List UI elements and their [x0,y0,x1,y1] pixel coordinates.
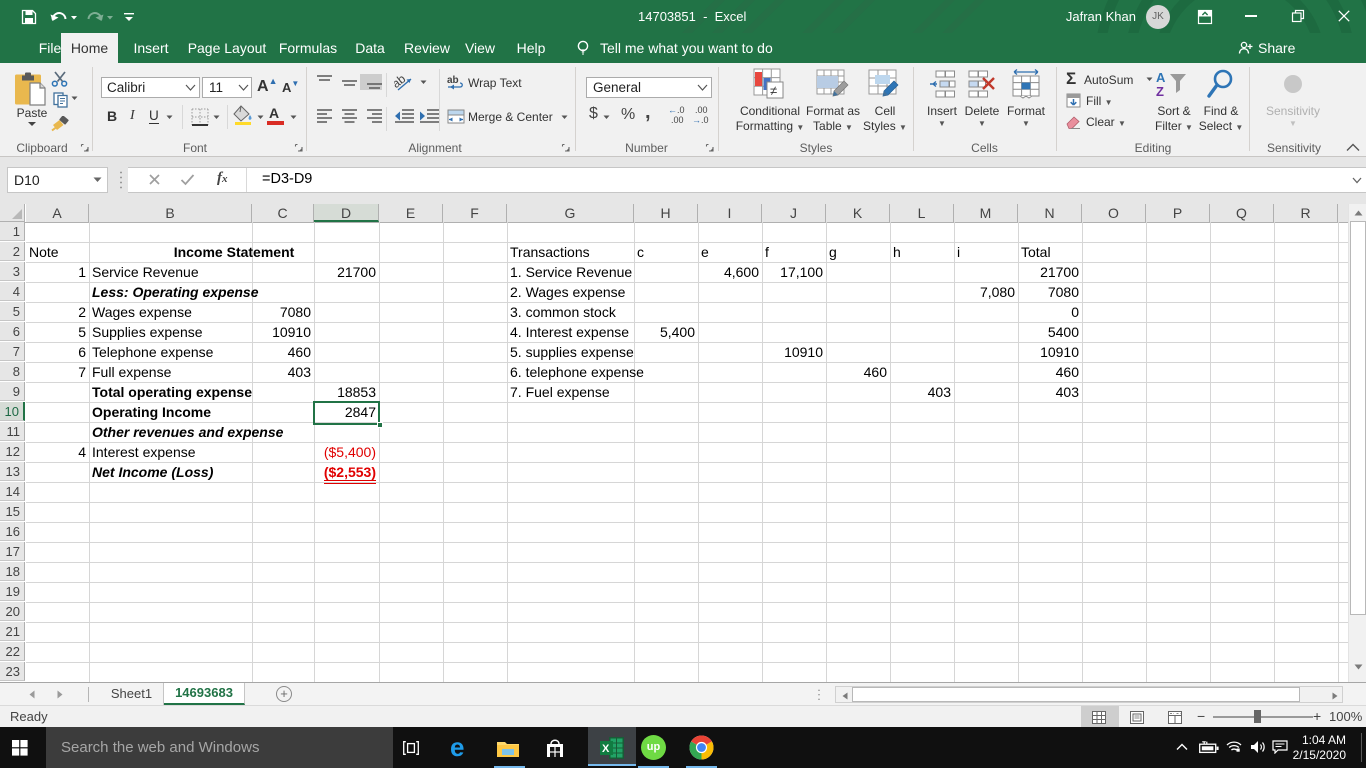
svg-text:A: A [1156,70,1166,85]
svg-text:X: X [602,743,610,755]
svg-text:ab: ab [447,75,459,86]
svg-text:Z: Z [1156,84,1164,99]
svg-text:≠: ≠ [770,83,777,98]
